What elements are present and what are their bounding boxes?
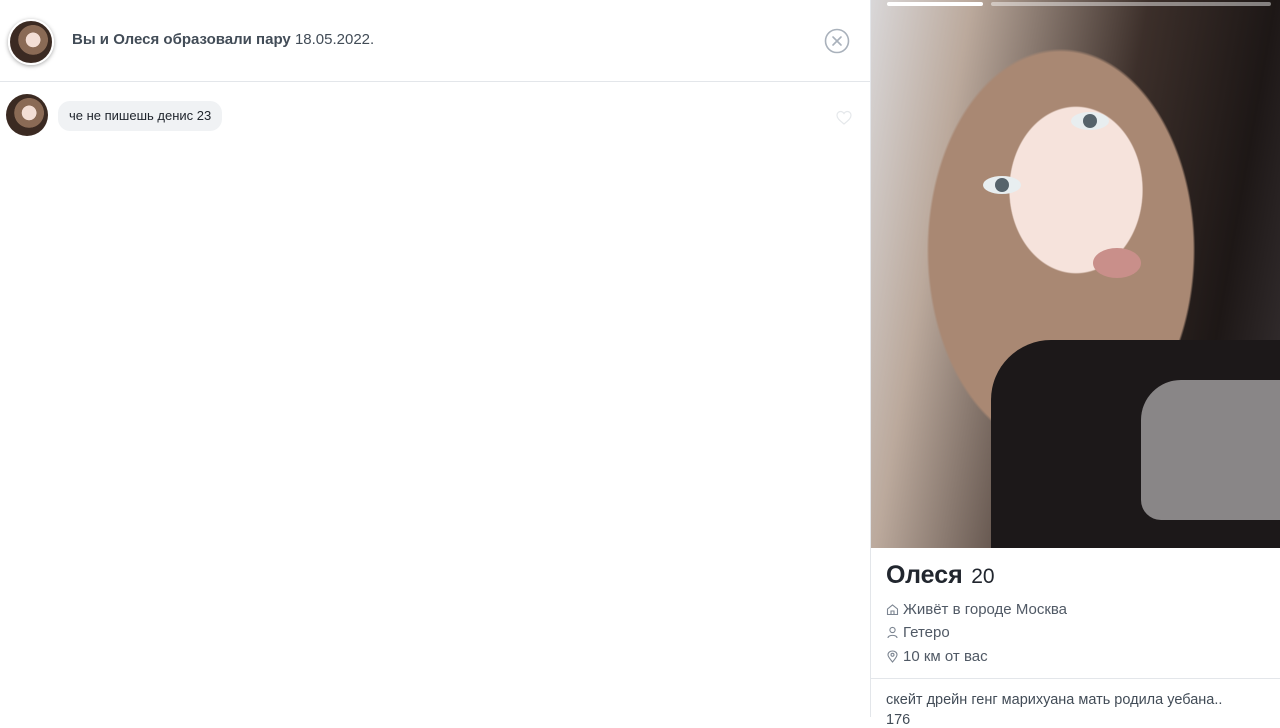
info-distance: 10 км от вас bbox=[886, 646, 988, 666]
info-city: Живёт в городе Москва bbox=[886, 599, 1067, 619]
photo-eye bbox=[1071, 112, 1109, 130]
orientation-text: Гетеро bbox=[903, 623, 950, 641]
sender-avatar[interactable] bbox=[6, 94, 48, 136]
match-date: 18.05.2022. bbox=[294, 31, 375, 48]
heart-icon[interactable] bbox=[836, 110, 852, 126]
match-notice: Вы и Олеся образовали пару 18.05.2022. bbox=[72, 31, 374, 48]
message-row: че не пишешь денис 23 bbox=[0, 94, 870, 138]
city-text: Живёт в городе Москва bbox=[903, 600, 1068, 618]
photo-hood bbox=[1141, 380, 1280, 520]
photo-lips bbox=[1093, 248, 1141, 278]
profile-name: Олеся bbox=[886, 561, 963, 589]
profile-divider bbox=[871, 678, 1280, 679]
match-avatar[interactable] bbox=[8, 19, 54, 65]
chat-pane: Вы и Олеся образовали пару 18.05.2022. ч… bbox=[0, 0, 870, 717]
profile-name-line: Олеся 20 bbox=[886, 561, 995, 590]
photo-eye bbox=[983, 176, 1021, 194]
profile-bio: скейт дрейн генг марихуана мать родила у… bbox=[886, 692, 1223, 708]
photo-progress-active[interactable] bbox=[887, 2, 983, 6]
info-orientation: Гетеро bbox=[886, 622, 950, 642]
match-header: Вы и Олеся образовали пару 18.05.2022. bbox=[0, 0, 870, 82]
photo-progress-idle[interactable] bbox=[991, 2, 1271, 6]
person-icon bbox=[887, 626, 898, 638]
profile-photo[interactable] bbox=[871, 0, 1280, 548]
profile-pane: Олеся 20 Живёт в городе Москва Гетеро 10… bbox=[870, 0, 1280, 728]
profile-bio-continuation: 176 bbox=[886, 712, 911, 728]
location-pin-icon bbox=[887, 649, 898, 663]
profile-age: 20 bbox=[971, 565, 995, 588]
house-icon bbox=[886, 603, 899, 615]
match-notice-text: Вы и Олеся образовали пару bbox=[72, 31, 291, 48]
close-icon[interactable] bbox=[824, 28, 850, 54]
message-bubble: че не пишешь денис 23 bbox=[58, 101, 223, 131]
distance-text: 10 км от вас bbox=[903, 647, 988, 665]
